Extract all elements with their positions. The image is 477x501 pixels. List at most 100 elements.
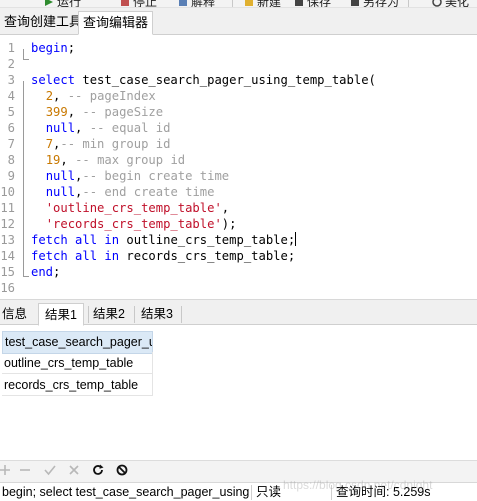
save-button[interactable]: 保存 [294,0,331,7]
code-text: null, -- equal id [31,120,171,136]
code-token: 2 [45,89,54,103]
add-record-button[interactable] [0,463,13,479]
tab-result-3[interactable]: 结果3 [135,303,179,326]
code-token: 7 [45,137,54,151]
code-token: ); [221,217,237,231]
save-icon [294,0,304,6]
code-token: -- pageIndex [67,89,156,103]
explain-button[interactable]: 解释 [178,0,215,7]
code-token: 19 [45,153,61,167]
code-text: 'records_crs_temp_table'); [31,216,237,232]
line-number: 14 [0,249,15,263]
code-token: , [67,105,83,119]
code-text: end; [31,264,60,280]
code-token: in [104,249,120,263]
code-token: 399 [45,105,68,119]
code-token: -- min group id [60,137,171,151]
code-token: test_case_search_pager_using_temp_table( [75,73,376,87]
code-line[interactable]: 3 select test_case_search_pager_using_tem… [0,72,477,88]
code-text: 7,-- min group id [31,136,171,152]
sql-editor[interactable]: 1 begin; 2 3 select test_case_search_pager_u… [0,36,477,297]
line-number: 2 [7,57,15,71]
code-token: fetch [31,249,68,263]
main-toolbar: 运行 停止 解释 新建 保存 另存为 美化 [0,0,477,8]
code-token: , [60,153,76,167]
discard-icon [68,464,80,479]
code-line[interactable]: 4 2, -- pageIndex [0,88,477,104]
line-number: 16 [0,281,15,295]
code-line[interactable]: 11 'outline_crs_temp_table', [0,200,477,216]
code-line[interactable]: 2 [0,56,477,72]
apply-icon [44,464,56,479]
line-number: 6 [7,121,15,135]
code-text: fetch all in outline_crs_temp_table; [31,232,297,248]
code-token: fetch [31,233,68,247]
grid-cell[interactable]: records_crs_temp_table [2,374,153,396]
code-line[interactable]: 14 fetch all in records_crs_temp_table; [0,248,477,264]
refresh-button[interactable] [90,463,106,479]
line-number: 8 [7,153,15,167]
editor-tab-bar: 查询创建工具 查询编辑器 [0,8,477,35]
code-token: records_crs_temp_table; [119,249,296,263]
code-line[interactable]: 5 399, -- pageSize [0,104,477,120]
column-header[interactable]: test_case_search_pager_u [2,331,153,354]
code-token: select [31,73,76,87]
tab-result-2[interactable]: 结果2 [87,303,131,326]
beautify-button[interactable]: 美化 [432,0,469,7]
tab-divider [181,306,182,323]
code-line[interactable]: 10 null,-- end create time [0,184,477,200]
text-caret [295,232,297,246]
tab-result-1[interactable]: 结果1 [38,303,84,326]
grid-cell[interactable]: outline_crs_temp_table [2,352,153,374]
line-number: 12 [0,217,15,231]
line-number: 3 [7,73,15,87]
stop-button[interactable]: 停止 [120,0,157,7]
status-readonly: 只读 [256,485,282,499]
line-number: 9 [7,169,15,183]
code-token: null [45,121,76,135]
code-line[interactable]: 6 null, -- equal id [0,120,477,136]
discard-button[interactable] [66,463,82,479]
status-query-time: 查询时间: 5.259s [336,485,431,499]
code-line[interactable]: 15 end; [0,264,477,280]
code-line[interactable]: 1 begin; [0,40,477,56]
code-token: 'outline_crs_temp_table' [45,201,222,215]
delete-record-button[interactable] [17,463,33,479]
result-grid[interactable]: test_case_search_pager_u outline_crs_tem… [0,326,477,460]
code-line[interactable]: 9 null,-- begin create time [0,168,477,184]
code-token: -- end create time [82,185,215,199]
stop-icon [116,464,128,479]
result-tab-bar: 信息 结果1 结果2 结果3 [0,299,477,326]
code-token: end [31,265,54,279]
code-token: ; [53,265,61,279]
tab-query-builder[interactable]: 查询创建工具 [0,11,86,35]
code-token: -- pageSize [82,105,164,119]
line-number: 4 [7,89,15,103]
code-token: , [75,121,90,135]
code-line[interactable]: 8 19, -- max group id [0,152,477,168]
code-line[interactable]: 12 'records_crs_temp_table'); [0,216,477,232]
code-line[interactable]: 7 7,-- min group id [0,136,477,152]
status-bar: begin; select test_case_search_pager_usi… [0,482,477,501]
code-token: 'records_crs_temp_table' [45,217,222,231]
code-line[interactable]: 16 [0,280,477,296]
code-line[interactable]: 13 fetch all in outline_crs_temp_table; [0,232,477,248]
run-button[interactable]: 运行 [44,0,81,7]
apply-button[interactable] [42,463,58,479]
new-button[interactable]: 新建 [244,0,281,7]
line-number: 5 [7,105,15,119]
stop-fetch-button[interactable] [114,463,130,479]
line-number: 1 [7,41,15,55]
tab-info[interactable]: 信息 [0,303,33,326]
save-as-button[interactable]: 另存为 [350,0,399,7]
tab-query-editor[interactable]: 查询编辑器 [78,11,154,35]
toolbar-divider [408,0,409,7]
